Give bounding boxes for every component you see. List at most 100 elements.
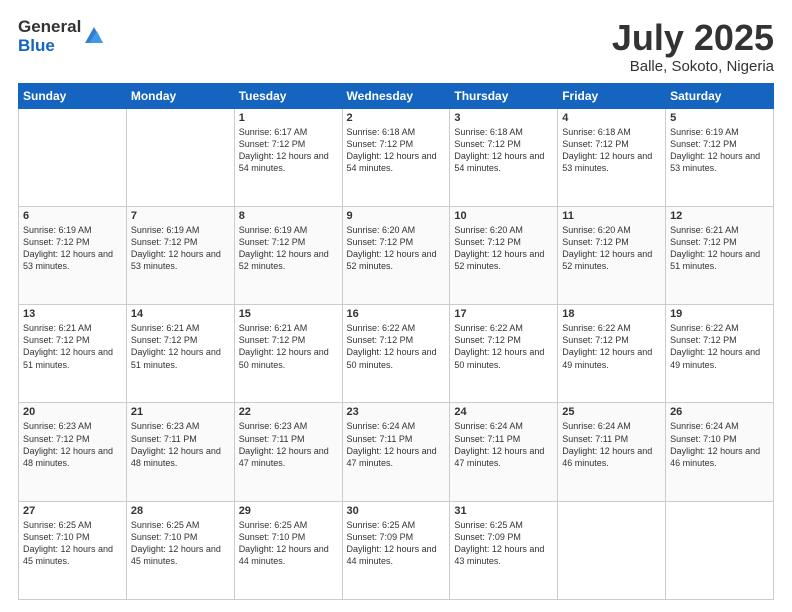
day-number: 4 (562, 112, 661, 124)
logo-icon (83, 25, 105, 47)
header: General Blue July 2025 Balle, Sokoto, Ni… (18, 18, 774, 75)
table-row: 23Sunrise: 6:24 AM Sunset: 7:11 PM Dayli… (342, 403, 450, 501)
table-row: 18 Sunrise: 6:22 AM Sunset: 7:12 PM Dayli… (558, 305, 666, 403)
cell-info: Sunrise: 6:23 AM Sunset: 7:11 PM Dayligh… (239, 420, 338, 469)
day-number: 29 (239, 505, 338, 517)
logo-general: General (18, 18, 81, 37)
table-row (666, 501, 774, 599)
day-number: 1 (239, 112, 338, 124)
day-number: 3 (454, 112, 553, 124)
day-number: 15 (239, 308, 338, 320)
col-saturday: Saturday (666, 83, 774, 108)
cell-info: Sunrise: 6:22 AM Sunset: 7:12 PM Dayligh… (347, 322, 446, 371)
day-number: 5 (670, 112, 769, 124)
table-row: 30 Sunrise: 6:25 AM Sunset: 7:09 PM Dayli… (342, 501, 450, 599)
day-number: 8 (239, 210, 338, 222)
cell-info: Sunrise: 6:21 AM Sunset: 7:12 PM Dayligh… (131, 322, 230, 371)
col-friday: Friday (558, 83, 666, 108)
location: Balle, Sokoto, Nigeria (612, 58, 774, 75)
day-number: 28 (131, 505, 230, 517)
cell-info: Sunrise: 6:19 AM Sunset: 7:12 PM Dayligh… (23, 224, 122, 273)
day-number: 22 (239, 406, 338, 418)
cell-info: Sunrise: 6:24 AM Sunset: 7:11 PM Dayligh… (562, 420, 661, 469)
cell-info: Sunrise: 6:24 AM Sunset: 7:11 PM Dayligh… (454, 420, 553, 469)
day-number: 14 (131, 308, 230, 320)
day-number: 9 (347, 210, 446, 222)
table-row: 25 Sunrise: 6:24 AM Sunset: 7:11 PM Dayli… (558, 403, 666, 501)
table-row: 2 Sunrise: 6:18 AM Sunset: 7:12 PM Daylig… (342, 108, 450, 206)
table-row (558, 501, 666, 599)
day-number: 24 (454, 406, 553, 418)
day-number: 21 (131, 406, 230, 418)
calendar-week-4: 20 Sunrise: 6:23 AM Sunset: 7:12 PM Dayli… (19, 403, 774, 501)
calendar-week-3: 13Sunrise: 6:21 AM Sunset: 7:12 PM Dayli… (19, 305, 774, 403)
table-row: 19Sunrise: 6:22 AM Sunset: 7:12 PM Dayli… (666, 305, 774, 403)
table-row: 3 Sunrise: 6:18 AM Sunset: 7:12 PM Daylig… (450, 108, 558, 206)
cell-info: Sunrise: 6:19 AM Sunset: 7:12 PM Dayligh… (131, 224, 230, 273)
day-number: 6 (23, 210, 122, 222)
day-number: 16 (347, 308, 446, 320)
table-row: 27 Sunrise: 6:25 AM Sunset: 7:10 PM Dayli… (19, 501, 127, 599)
table-row: 4 Sunrise: 6:18 AM Sunset: 7:12 PM Daylig… (558, 108, 666, 206)
day-number: 25 (562, 406, 661, 418)
cell-info: Sunrise: 6:25 AM Sunset: 7:09 PM Dayligh… (454, 519, 553, 568)
table-row: 16 Sunrise: 6:22 AM Sunset: 7:12 PM Dayli… (342, 305, 450, 403)
cell-info: Sunrise: 6:18 AM Sunset: 7:12 PM Dayligh… (347, 126, 446, 175)
cell-info: Sunrise: 6:22 AM Sunset: 7:12 PM Dayligh… (562, 322, 661, 371)
cell-info: Sunrise: 6:25 AM Sunset: 7:09 PM Dayligh… (347, 519, 446, 568)
day-number: 12 (670, 210, 769, 222)
col-wednesday: Wednesday (342, 83, 450, 108)
calendar-header-row: Sunday Monday Tuesday Wednesday Thursday… (19, 83, 774, 108)
day-number: 10 (454, 210, 553, 222)
calendar-week-2: 6 Sunrise: 6:19 AM Sunset: 7:12 PM Daylig… (19, 206, 774, 304)
table-row: 21 Sunrise: 6:23 AM Sunset: 7:11 PM Dayli… (126, 403, 234, 501)
cell-info: Sunrise: 6:17 AM Sunset: 7:12 PM Dayligh… (239, 126, 338, 175)
cell-info: Sunrise: 6:25 AM Sunset: 7:10 PM Dayligh… (239, 519, 338, 568)
cell-info: Sunrise: 6:19 AM Sunset: 7:12 PM Dayligh… (670, 126, 769, 175)
col-sunday: Sunday (19, 83, 127, 108)
day-number: 18 (562, 308, 661, 320)
table-row: 8 Sunrise: 6:19 AM Sunset: 7:12 PM Daylig… (234, 206, 342, 304)
table-row: 10 Sunrise: 6:20 AM Sunset: 7:12 PM Dayli… (450, 206, 558, 304)
page: General Blue July 2025 Balle, Sokoto, Ni… (0, 0, 792, 612)
table-row (19, 108, 127, 206)
calendar-week-5: 27 Sunrise: 6:25 AM Sunset: 7:10 PM Dayli… (19, 501, 774, 599)
table-row: 26Sunrise: 6:24 AM Sunset: 7:10 PM Dayli… (666, 403, 774, 501)
calendar-week-1: 1 Sunrise: 6:17 AM Sunset: 7:12 PM Daylig… (19, 108, 774, 206)
day-number: 7 (131, 210, 230, 222)
cell-info: Sunrise: 6:23 AM Sunset: 7:11 PM Dayligh… (131, 420, 230, 469)
table-row: 14 Sunrise: 6:21 AM Sunset: 7:12 PM Dayli… (126, 305, 234, 403)
cell-info: Sunrise: 6:20 AM Sunset: 7:12 PM Dayligh… (562, 224, 661, 273)
col-tuesday: Tuesday (234, 83, 342, 108)
cell-info: Sunrise: 6:18 AM Sunset: 7:12 PM Dayligh… (454, 126, 553, 175)
cell-info: Sunrise: 6:21 AM Sunset: 7:12 PM Dayligh… (670, 224, 769, 273)
table-row: 29 Sunrise: 6:25 AM Sunset: 7:10 PM Dayli… (234, 501, 342, 599)
day-number: 27 (23, 505, 122, 517)
logo: General Blue (18, 18, 105, 55)
table-row: 1 Sunrise: 6:17 AM Sunset: 7:12 PM Daylig… (234, 108, 342, 206)
day-number: 19 (670, 308, 769, 320)
table-row: 20 Sunrise: 6:23 AM Sunset: 7:12 PM Dayli… (19, 403, 127, 501)
cell-info: Sunrise: 6:21 AM Sunset: 7:12 PM Dayligh… (239, 322, 338, 371)
table-row: 31Sunrise: 6:25 AM Sunset: 7:09 PM Dayli… (450, 501, 558, 599)
table-row: 17Sunrise: 6:22 AM Sunset: 7:12 PM Dayli… (450, 305, 558, 403)
table-row: 28Sunrise: 6:25 AM Sunset: 7:10 PM Dayli… (126, 501, 234, 599)
cell-info: Sunrise: 6:20 AM Sunset: 7:12 PM Dayligh… (454, 224, 553, 273)
day-number: 23 (347, 406, 446, 418)
table-row: 13Sunrise: 6:21 AM Sunset: 7:12 PM Dayli… (19, 305, 127, 403)
table-row: 12 Sunrise: 6:21 AM Sunset: 7:12 PM Dayli… (666, 206, 774, 304)
cell-info: Sunrise: 6:18 AM Sunset: 7:12 PM Dayligh… (562, 126, 661, 175)
logo-blue: Blue (18, 37, 81, 56)
day-number: 11 (562, 210, 661, 222)
calendar: Sunday Monday Tuesday Wednesday Thursday… (18, 83, 774, 600)
col-thursday: Thursday (450, 83, 558, 108)
day-number: 17 (454, 308, 553, 320)
day-number: 2 (347, 112, 446, 124)
cell-info: Sunrise: 6:19 AM Sunset: 7:12 PM Dayligh… (239, 224, 338, 273)
month-title: July 2025 (612, 18, 774, 58)
cell-info: Sunrise: 6:25 AM Sunset: 7:10 PM Dayligh… (23, 519, 122, 568)
day-number: 20 (23, 406, 122, 418)
table-row: 6 Sunrise: 6:19 AM Sunset: 7:12 PM Daylig… (19, 206, 127, 304)
cell-info: Sunrise: 6:23 AM Sunset: 7:12 PM Dayligh… (23, 420, 122, 469)
day-number: 30 (347, 505, 446, 517)
